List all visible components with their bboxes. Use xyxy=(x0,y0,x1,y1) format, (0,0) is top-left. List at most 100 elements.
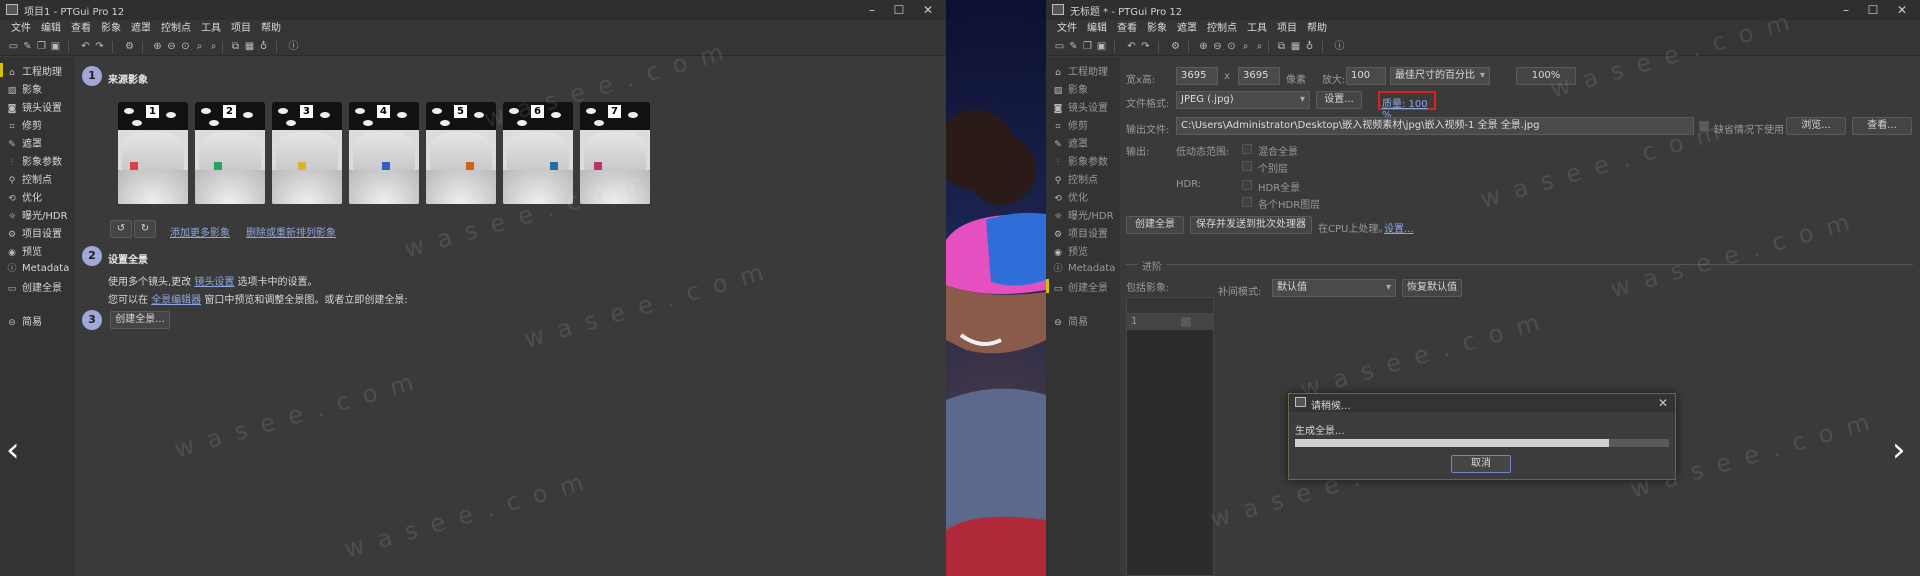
list-item-checkbox[interactable] xyxy=(1181,317,1191,327)
zoom-out-icon[interactable]: ⊖ xyxy=(166,41,177,52)
sidebar-item-control-points[interactable]: ⚲ 控制点 xyxy=(1052,171,1098,186)
list-item[interactable]: 1 xyxy=(1127,314,1213,330)
undo-icon[interactable]: ↶ xyxy=(1126,41,1137,52)
lens-settings-link[interactable]: 镜头设置 xyxy=(194,277,234,288)
format-select[interactable]: JPEG (.jpg) xyxy=(1176,91,1310,109)
zoom-all-icon[interactable]: ⌕ xyxy=(208,41,219,52)
lightbulb-icon[interactable]: ♁ xyxy=(258,41,269,52)
sidebar-item-project-assistant[interactable]: ⌂ 工程助理 xyxy=(1052,63,1108,78)
minimize-icon[interactable]: – xyxy=(862,2,882,18)
interp-select[interactable]: 默认值 xyxy=(1272,279,1396,297)
create-panorama-button[interactable]: 创建全景 xyxy=(1126,216,1184,234)
sidebar-item-lens-settings[interactable]: ◙ 镜头设置 xyxy=(6,99,62,114)
sidebar-item-optimize[interactable]: ⟲ 优化 xyxy=(1052,189,1088,204)
size-mode-select[interactable]: 最佳尺寸的百分比 xyxy=(1390,67,1490,85)
menu-project[interactable]: 项目 xyxy=(226,20,256,38)
panorama-editor-link[interactable]: 全景编辑器 xyxy=(151,295,201,306)
zoom-fit-icon[interactable]: ⊙ xyxy=(1226,41,1237,52)
sidebar-item-preview[interactable]: ◉ 预览 xyxy=(6,243,42,258)
width-input[interactable]: 3695 xyxy=(1176,67,1218,85)
sidebar-item-optimize[interactable]: ⟲ 优化 xyxy=(6,189,42,204)
zoom-reset-icon[interactable]: ⌕ xyxy=(194,41,205,52)
zoom-input[interactable]: 100 xyxy=(1346,67,1386,85)
duplicate-icon[interactable]: ❐ xyxy=(36,41,47,52)
menu-images[interactable]: 影象 xyxy=(1142,20,1172,38)
open-icon[interactable]: ✎ xyxy=(1068,41,1079,52)
create-panorama-button[interactable]: 创建全景... xyxy=(110,311,170,329)
menu-view[interactable]: 查看 xyxy=(1112,20,1142,38)
menu-edit[interactable]: 编辑 xyxy=(36,20,66,38)
help-icon[interactable]: ⓘ xyxy=(288,41,299,52)
zoom-in-icon[interactable]: ⊕ xyxy=(152,41,163,52)
save-icon[interactable]: ▣ xyxy=(1096,41,1107,52)
minimize-icon[interactable]: – xyxy=(1836,2,1856,18)
cpu-settings-link[interactable]: 设置... xyxy=(1384,220,1414,235)
help-icon[interactable]: ⓘ xyxy=(1334,41,1345,52)
sidebar-item-metadata[interactable]: ⓘ Metadata xyxy=(6,261,69,276)
menu-view[interactable]: 查看 xyxy=(66,20,96,38)
blend-checkbox[interactable] xyxy=(1242,144,1252,154)
sidebar-item-exposure-hdr[interactable]: ☼ 曝光/HDR xyxy=(1052,207,1114,222)
menu-control-points[interactable]: 控制点 xyxy=(1202,20,1242,38)
sidebar-item-images[interactable]: ▨ 影象 xyxy=(1052,81,1088,96)
add-images-link[interactable]: 添加更多影象 xyxy=(170,224,230,239)
dialog-close-icon[interactable]: ✕ xyxy=(1653,395,1673,411)
menu-file[interactable]: 文件 xyxy=(1052,20,1082,38)
rotate-left-button[interactable]: ↺ xyxy=(110,220,132,238)
zoom-reset-icon[interactable]: ⌕ xyxy=(1240,41,1251,52)
save-and-send-batch-button[interactable]: 保存并发送到批次处理器 xyxy=(1190,216,1312,234)
panorama-editor-icon[interactable]: ⧉ xyxy=(1276,41,1287,52)
table-icon[interactable]: ▦ xyxy=(244,41,255,52)
panorama-editor-icon[interactable]: ⧉ xyxy=(230,41,241,52)
menu-control-points[interactable]: 控制点 xyxy=(156,20,196,38)
menu-mask[interactable]: 遮罩 xyxy=(1172,20,1202,38)
redo-icon[interactable]: ↷ xyxy=(94,41,105,52)
sidebar-item-lens-settings[interactable]: ◙ 镜头设置 xyxy=(1052,99,1108,114)
redo-icon[interactable]: ↷ xyxy=(1140,41,1151,52)
sidebar-item-mask[interactable]: ✎ 遮罩 xyxy=(6,135,42,150)
sidebar-item-simple[interactable]: ⊖ 简易 xyxy=(1052,313,1088,328)
output-file-input[interactable]: C:\Users\Administrator\Desktop\嵌入视频素材\jp… xyxy=(1176,117,1694,135)
height-input[interactable]: 3695 xyxy=(1238,67,1280,85)
format-settings-button[interactable]: 设置... xyxy=(1316,91,1362,109)
menu-help[interactable]: 帮助 xyxy=(1302,20,1332,38)
hdr-layers-checkbox[interactable] xyxy=(1242,197,1252,207)
image-thumbnail[interactable]: 2 xyxy=(195,102,265,204)
close-icon[interactable]: ✕ xyxy=(1892,2,1912,18)
menu-tools[interactable]: 工具 xyxy=(196,20,226,38)
image-thumbnail[interactable]: 4 xyxy=(349,102,419,204)
rotate-right-button[interactable]: ↻ xyxy=(134,220,156,238)
save-icon[interactable]: ▣ xyxy=(50,41,61,52)
cancel-button[interactable]: 取消 xyxy=(1451,455,1511,473)
duplicate-icon[interactable]: ❐ xyxy=(1082,41,1093,52)
prev-arrow[interactable]: ‹ xyxy=(6,430,20,470)
settings-icon[interactable]: ⚙ xyxy=(1170,41,1181,52)
new-project-icon[interactable]: ▭ xyxy=(8,41,19,52)
sidebar-item-project-assistant[interactable]: ⌂ 工程助理 xyxy=(6,63,62,78)
sidebar-item-preview[interactable]: ◉ 预览 xyxy=(1052,243,1088,258)
table-icon[interactable]: ▦ xyxy=(1290,41,1301,52)
settings-icon[interactable]: ⚙ xyxy=(124,41,135,52)
maximize-icon[interactable]: ☐ xyxy=(1863,2,1883,18)
sidebar-item-image-params[interactable]: ⫶ 影象参数 xyxy=(1052,153,1108,168)
image-thumbnail[interactable]: 1 xyxy=(118,102,188,204)
menu-edit[interactable]: 编辑 xyxy=(1082,20,1112,38)
zoom-fit-icon[interactable]: ⊙ xyxy=(180,41,191,52)
undo-icon[interactable]: ↶ xyxy=(80,41,91,52)
zoom-all-icon[interactable]: ⌕ xyxy=(1254,41,1265,52)
sidebar-item-simple[interactable]: ⊖ 简易 xyxy=(6,313,42,328)
next-arrow[interactable]: › xyxy=(1892,430,1906,470)
sidebar-item-crop[interactable]: ⌗ 修剪 xyxy=(6,117,42,132)
sidebar-item-project-settings[interactable]: ⚙ 项目设置 xyxy=(6,225,62,240)
sidebar-item-metadata[interactable]: ⓘ Metadata xyxy=(1052,261,1115,276)
close-icon[interactable]: ✕ xyxy=(918,2,938,18)
remove-images-link[interactable]: 删除或重新排列影象 xyxy=(246,224,336,239)
menu-mask[interactable]: 遮罩 xyxy=(126,20,156,38)
menu-file[interactable]: 文件 xyxy=(6,20,36,38)
menu-project[interactable]: 项目 xyxy=(1272,20,1302,38)
sidebar-item-images[interactable]: ▨ 影象 xyxy=(6,81,42,96)
layers-checkbox[interactable] xyxy=(1242,161,1252,171)
lightbulb-icon[interactable]: ♁ xyxy=(1304,41,1315,52)
menu-images[interactable]: 影象 xyxy=(96,20,126,38)
view-button[interactable]: 查看... xyxy=(1852,117,1912,135)
